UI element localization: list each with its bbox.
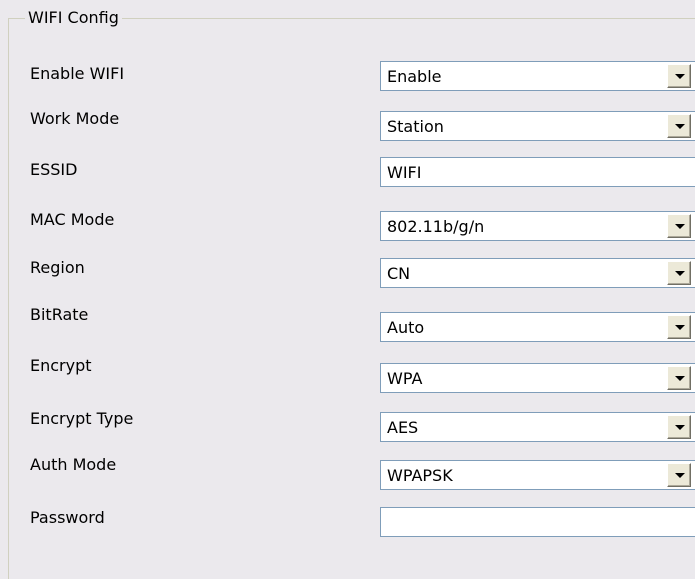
- auth-mode-dropdown-button[interactable]: [667, 463, 691, 487]
- chevron-down-icon: [675, 376, 685, 381]
- bitrate-value: Auto: [387, 318, 425, 337]
- region-value: CN: [387, 264, 411, 283]
- label-bitrate: BitRate: [30, 305, 89, 324]
- auth-mode-value: WPAPSK: [387, 466, 453, 485]
- essid-value: WIFI: [387, 163, 422, 182]
- password-input[interactable]: [380, 507, 695, 537]
- region-select[interactable]: CN: [380, 258, 695, 288]
- work-mode-value: Station: [387, 117, 444, 136]
- enable-wifi-dropdown-button[interactable]: [667, 64, 691, 88]
- work-mode-dropdown-button[interactable]: [667, 114, 691, 138]
- label-encrypt-type: Encrypt Type: [30, 409, 134, 428]
- encrypt-select[interactable]: WPA: [380, 363, 695, 393]
- label-essid: ESSID: [30, 160, 78, 179]
- work-mode-select[interactable]: Station: [380, 111, 695, 141]
- chevron-down-icon: [675, 124, 685, 129]
- section-title: WIFI Config: [25, 8, 122, 28]
- label-region: Region: [30, 258, 85, 277]
- mac-mode-select[interactable]: 802.11b/g/n: [380, 211, 695, 241]
- chevron-down-icon: [675, 224, 685, 229]
- enable-wifi-value: Enable: [387, 67, 442, 86]
- label-enable-wifi: Enable WIFI: [30, 64, 125, 83]
- encrypt-type-value: AES: [387, 418, 419, 437]
- enable-wifi-select[interactable]: Enable: [380, 61, 695, 91]
- region-dropdown-button[interactable]: [667, 261, 691, 285]
- encrypt-value: WPA: [387, 369, 423, 388]
- mac-mode-dropdown-button[interactable]: [667, 214, 691, 238]
- bitrate-dropdown-button[interactable]: [667, 315, 691, 339]
- mac-mode-value: 802.11b/g/n: [387, 217, 485, 236]
- encrypt-type-dropdown-button[interactable]: [667, 415, 691, 439]
- label-auth-mode: Auth Mode: [30, 455, 117, 474]
- auth-mode-select[interactable]: WPAPSK: [380, 460, 695, 490]
- label-password: Password: [30, 508, 105, 527]
- chevron-down-icon: [675, 74, 685, 79]
- encrypt-dropdown-button[interactable]: [667, 366, 691, 390]
- wifi-config-groupbox: [8, 18, 695, 579]
- chevron-down-icon: [675, 271, 685, 276]
- chevron-down-icon: [675, 425, 685, 430]
- chevron-down-icon: [675, 473, 685, 478]
- label-mac-mode: MAC Mode: [30, 210, 115, 229]
- essid-input[interactable]: WIFI: [380, 157, 695, 187]
- label-work-mode: Work Mode: [30, 109, 120, 128]
- encrypt-type-select[interactable]: AES: [380, 412, 695, 442]
- bitrate-select[interactable]: Auto: [380, 312, 695, 342]
- chevron-down-icon: [675, 325, 685, 330]
- label-encrypt: Encrypt: [30, 356, 92, 375]
